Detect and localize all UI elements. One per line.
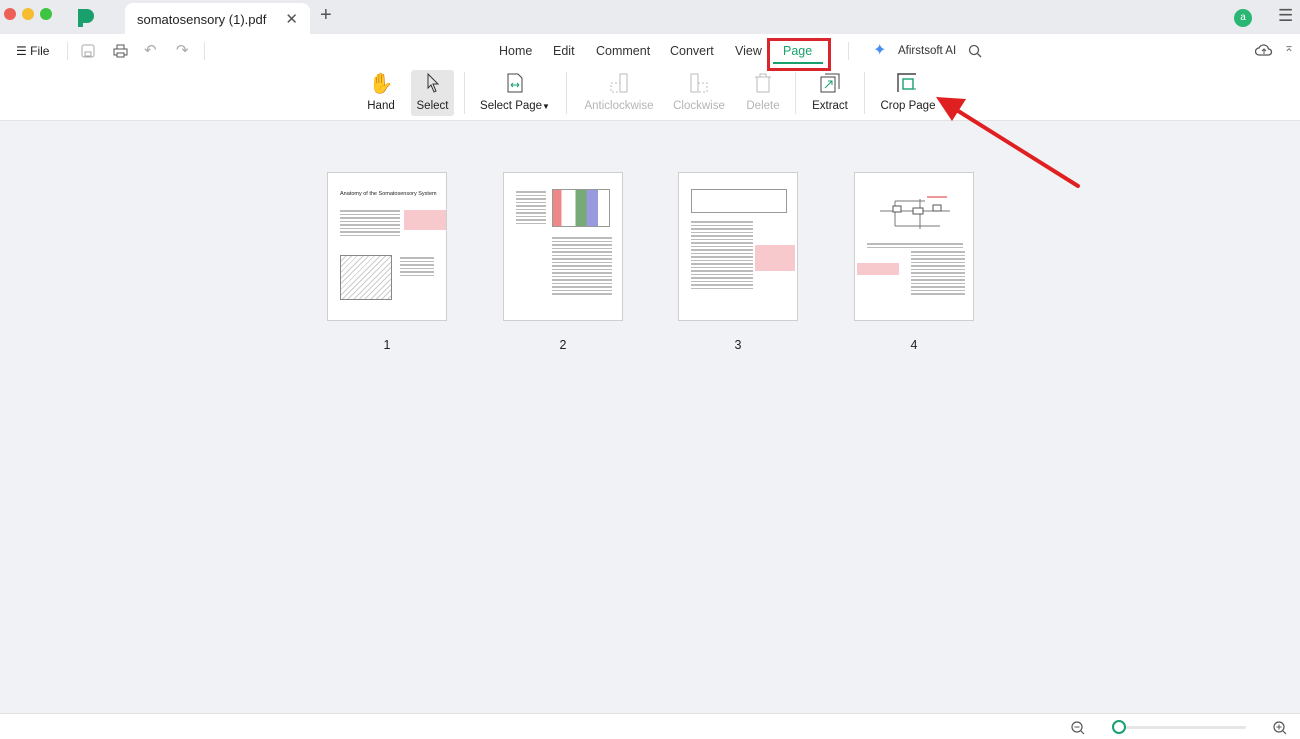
rotate-clockwise-button[interactable]: Clockwise bbox=[670, 70, 728, 116]
delete-label: Delete bbox=[746, 100, 780, 112]
file-label: File bbox=[30, 44, 50, 58]
tab-view[interactable]: View bbox=[735, 44, 762, 58]
crop-icon bbox=[878, 70, 938, 96]
zoom-in-icon[interactable] bbox=[1273, 721, 1287, 735]
highlight-note bbox=[755, 245, 795, 271]
table bbox=[691, 189, 787, 213]
rotate-right-icon bbox=[670, 70, 728, 96]
highlight-note bbox=[404, 210, 446, 230]
clockwise-label: Clockwise bbox=[673, 100, 725, 112]
text-block bbox=[552, 235, 612, 297]
cloud-upload-icon[interactable] bbox=[1255, 42, 1273, 58]
toolbar: ☰ File ↶ ↷ Home Edit Comment Convert Vie… bbox=[0, 34, 1300, 121]
document-tab-title: somatosensory (1).pdf bbox=[137, 12, 267, 27]
crop-page-label: Crop Page bbox=[880, 100, 936, 112]
select-page-label: Select Page bbox=[480, 100, 543, 112]
file-menu-button[interactable]: ☰ File bbox=[16, 44, 49, 58]
status-bar bbox=[0, 713, 1300, 739]
close-window-button[interactable] bbox=[4, 8, 16, 20]
document-tab[interactable]: somatosensory (1).pdf ✕ bbox=[125, 3, 310, 34]
page-select-icon bbox=[478, 70, 552, 96]
hamburger-icon: ☰ bbox=[16, 44, 27, 58]
app-logo-icon bbox=[78, 9, 94, 27]
extract-label: Extract bbox=[812, 100, 848, 112]
dropdown-arrow-icon: ▼ bbox=[542, 102, 550, 111]
search-icon[interactable] bbox=[968, 44, 982, 58]
extract-icon bbox=[808, 70, 852, 96]
hand-label: Hand bbox=[367, 100, 395, 112]
highlight-note bbox=[857, 263, 899, 275]
text-block bbox=[691, 219, 753, 291]
page-thumbnail-4[interactable] bbox=[854, 172, 974, 321]
tab-page[interactable]: Page bbox=[783, 44, 812, 58]
zoom-slider-handle[interactable] bbox=[1112, 720, 1126, 734]
active-tab-underline bbox=[773, 62, 823, 64]
save-icon[interactable] bbox=[81, 44, 95, 58]
zoom-slider[interactable] bbox=[1118, 726, 1246, 729]
page-1-title: Anatomy of the Somatosensory System bbox=[340, 191, 437, 197]
zoom-out-icon[interactable] bbox=[1071, 721, 1085, 735]
extract-page-button[interactable]: Extract bbox=[808, 70, 852, 116]
redo-icon[interactable]: ↷ bbox=[176, 41, 189, 59]
tab-edit[interactable]: Edit bbox=[553, 44, 575, 58]
ai-button[interactable]: Afirstsoft AI bbox=[898, 45, 956, 57]
close-tab-icon[interactable]: ✕ bbox=[285, 10, 298, 28]
figure bbox=[552, 189, 610, 227]
print-icon[interactable] bbox=[113, 44, 128, 58]
maximize-window-button[interactable] bbox=[40, 8, 52, 20]
page-number-4: 4 bbox=[910, 338, 918, 352]
select-label: Select bbox=[416, 100, 449, 112]
text-block bbox=[911, 249, 965, 297]
page-thumbnail-3[interactable] bbox=[678, 172, 798, 321]
page-thumbnail-2[interactable] bbox=[503, 172, 623, 321]
page-number-3: 3 bbox=[734, 338, 742, 352]
page-thumbnail-1[interactable]: Anatomy of the Somatosensory System bbox=[327, 172, 447, 321]
page-number-2: 2 bbox=[559, 338, 567, 352]
circuit-diagram bbox=[880, 196, 950, 229]
hand-icon: ✋ bbox=[368, 72, 394, 95]
hand-tool-button[interactable]: ✋ Hand bbox=[360, 70, 402, 116]
figure bbox=[340, 255, 392, 300]
rotate-left-icon bbox=[582, 70, 656, 96]
undo-icon[interactable]: ↶ bbox=[144, 41, 157, 59]
text-block bbox=[340, 208, 400, 238]
delete-page-button[interactable]: Delete bbox=[744, 70, 782, 116]
rotate-anticlockwise-button[interactable]: Anticlockwise bbox=[582, 70, 656, 116]
menu-icon[interactable]: ☰ bbox=[1278, 6, 1293, 26]
cursor-icon bbox=[411, 70, 454, 96]
page-number-1: 1 bbox=[383, 338, 391, 352]
select-tool-button[interactable]: Select bbox=[411, 70, 454, 116]
minimize-window-button[interactable] bbox=[22, 8, 34, 20]
text-block bbox=[400, 255, 434, 278]
title-bar: somatosensory (1).pdf ✕ + a ☰ bbox=[0, 0, 1300, 34]
collapse-toolbar-icon[interactable]: ⌅ bbox=[1284, 40, 1294, 54]
text-block bbox=[516, 189, 546, 226]
crop-page-button[interactable]: Crop Page bbox=[878, 70, 938, 116]
avatar[interactable]: a bbox=[1234, 9, 1252, 27]
new-tab-button[interactable]: + bbox=[320, 4, 332, 27]
anticlockwise-label: Anticlockwise bbox=[584, 100, 654, 112]
tab-home[interactable]: Home bbox=[499, 44, 532, 58]
select-page-button[interactable]: Select Page▼ bbox=[478, 70, 552, 116]
tab-comment[interactable]: Comment bbox=[596, 44, 650, 58]
ai-sparkle-icon: ✦ bbox=[873, 42, 887, 59]
tab-convert[interactable]: Convert bbox=[670, 44, 714, 58]
trash-icon bbox=[744, 70, 782, 96]
